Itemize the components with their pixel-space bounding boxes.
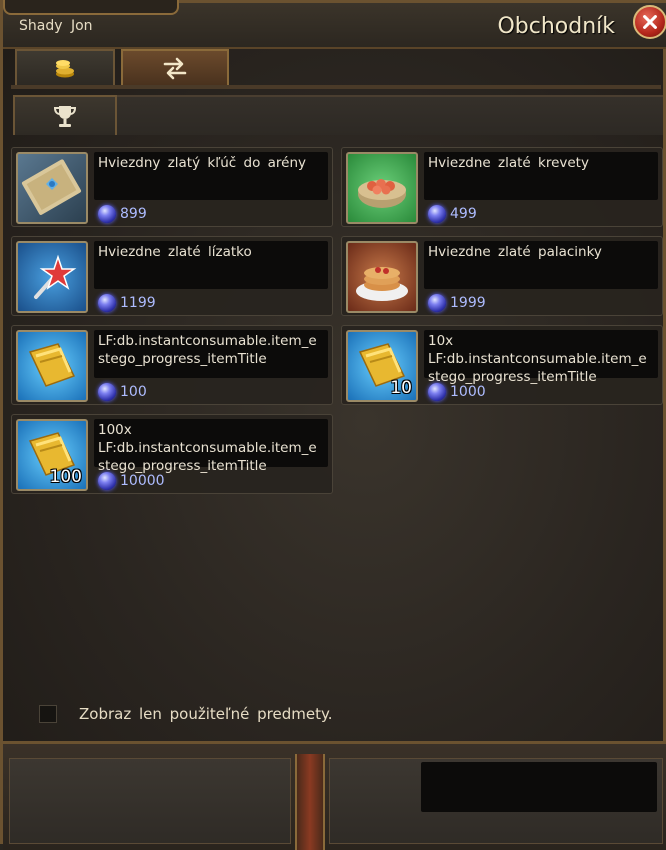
trophy-icon — [53, 106, 77, 127]
item-title: LF:db.instantconsumable.item_e stego_pro… — [98, 333, 317, 367]
item-title: Hviezdne zlaté lízatko — [98, 244, 252, 260]
item-title-box: 100x LF:db.instantconsumable.item_e steg… — [94, 419, 328, 474]
bottom-text-field[interactable] — [421, 762, 657, 812]
shrimp-bowl-icon — [346, 152, 418, 224]
item-title-box: Hviezdne zlaté krevety — [424, 152, 658, 200]
star-lollipop-icon — [16, 241, 88, 313]
shop-item[interactable]: Hviezdne zlaté lízatko 1199 — [11, 236, 333, 316]
resource-pill — [3, 0, 179, 15]
ornament-divider — [295, 754, 325, 850]
blue-gem-icon — [428, 205, 446, 223]
price-value: 1999 — [450, 295, 486, 311]
shop-item[interactable]: 100 100x LF:db.instantconsumable.item_e … — [11, 414, 333, 494]
usable-only-checkbox[interactable] — [39, 705, 57, 723]
subtab-bar — [117, 95, 663, 135]
item-title-box: Hviezdny zlatý kľúč do arény — [94, 152, 328, 200]
item-title-box: Hviezdne zlaté palacinky — [424, 241, 658, 289]
item-title-box: LF:db.instantconsumable.item_e stego_pro… — [94, 330, 328, 378]
close-icon — [643, 15, 657, 29]
tab-gold[interactable] — [15, 49, 115, 85]
item-price: 1199 — [98, 293, 156, 313]
exchange-arrows-icon — [163, 57, 187, 80]
shop-item[interactable]: LF:db.instantconsumable.item_e stego_pro… — [11, 325, 333, 405]
item-title: Hviezdne zlaté krevety — [428, 155, 589, 171]
gold-scroll-icon: 100 — [16, 419, 88, 491]
shop-window: Shady Jon Obchodník Hviezdny zlatý kľúč … — [0, 0, 666, 850]
price-value: 10000 — [120, 473, 165, 489]
window-title: Obchodník — [497, 14, 615, 39]
header-bar: Shady Jon Obchodník — [3, 0, 666, 49]
shop-item[interactable]: Hviezdne zlaté palacinky 1999 — [341, 236, 663, 316]
price-value: 100 — [120, 384, 147, 400]
item-title: Hviezdne zlaté palacinky — [428, 244, 602, 260]
item-title-box: Hviezdne zlaté lízatko — [94, 241, 328, 289]
trader-name: Shady Jon — [19, 18, 93, 34]
arena-ticket-icon — [16, 152, 88, 224]
item-title: 100x LF:db.instantconsumable.item_e steg… — [98, 422, 317, 474]
price-value: 1199 — [120, 295, 156, 311]
quantity-badge: 100 — [49, 467, 82, 487]
tab-strip — [11, 85, 661, 89]
blue-gem-icon — [98, 472, 116, 490]
item-price: 899 — [98, 204, 147, 224]
price-value: 1000 — [450, 384, 486, 400]
subtab-trophy[interactable] — [13, 95, 117, 135]
gold-coins-icon — [56, 60, 74, 78]
price-value: 899 — [120, 206, 147, 222]
bottom-bar — [3, 741, 666, 850]
item-price: 1000 — [428, 382, 486, 402]
price-value: 499 — [450, 206, 477, 222]
tab-exchange[interactable] — [121, 49, 229, 85]
item-price: 10000 — [98, 471, 165, 491]
blue-gem-icon — [98, 294, 116, 312]
usable-only-label: Zobraz len použiteľné predmety. — [79, 705, 333, 723]
item-price: 100 — [98, 382, 147, 402]
blue-gem-icon — [98, 383, 116, 401]
blue-gem-icon — [428, 383, 446, 401]
pancakes-icon — [346, 241, 418, 313]
shop-item[interactable]: Hviezdne zlaté krevety 499 — [341, 147, 663, 227]
item-title: 10x LF:db.instantconsumable.item_e stego… — [428, 333, 647, 385]
item-list: Hviezdny zlatý kľúč do arény 899 Hviezdn… — [11, 143, 663, 503]
usable-filter: Zobraz len použiteľné predmety. — [39, 703, 332, 725]
gold-scroll-icon: 10 — [346, 330, 418, 402]
item-title-box: 10x LF:db.instantconsumable.item_e stego… — [424, 330, 658, 385]
gold-scroll-icon — [16, 330, 88, 402]
item-price: 499 — [428, 204, 477, 224]
shop-item[interactable]: 10 10x LF:db.instantconsumable.item_e st… — [341, 325, 663, 405]
close-button[interactable] — [633, 5, 666, 39]
item-title: Hviezdny zlatý kľúč do arény — [98, 155, 307, 171]
blue-gem-icon — [428, 294, 446, 312]
quantity-badge: 10 — [390, 378, 412, 398]
bottom-left-panel — [9, 758, 291, 844]
main-tabs — [11, 49, 661, 87]
shop-item[interactable]: Hviezdny zlatý kľúč do arény 899 — [11, 147, 333, 227]
blue-gem-icon — [98, 205, 116, 223]
item-price: 1999 — [428, 293, 486, 313]
